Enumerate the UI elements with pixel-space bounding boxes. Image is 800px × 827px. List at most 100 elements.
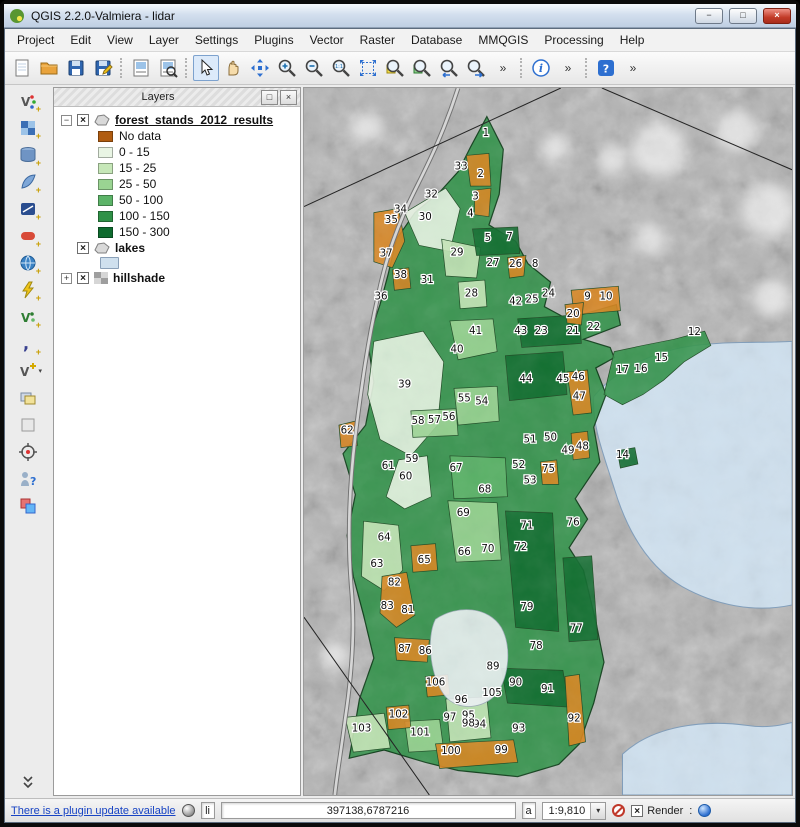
- whats-this-button[interactable]: [14, 466, 42, 491]
- toolbar-overflow-button[interactable]: »: [555, 55, 581, 81]
- coordinate-display[interactable]: 397138,6787216: [221, 802, 516, 819]
- left-toolbar-overflow-button[interactable]: [14, 770, 42, 795]
- chevron-down-icon[interactable]: ▾: [590, 803, 605, 819]
- plugin-icon[interactable]: [182, 804, 195, 817]
- render-checkbox[interactable]: × Render: [631, 805, 683, 817]
- layer-row-lakes[interactable]: × lakes: [56, 240, 298, 256]
- stand-label: 8: [532, 258, 539, 270]
- zoom-out-button[interactable]: [301, 55, 327, 81]
- scale-value: 1:9,810: [549, 805, 586, 817]
- chevron-down-icon: ▾: [38, 367, 42, 375]
- zoom-to-selection-button[interactable]: [382, 55, 408, 81]
- help-contents-button[interactable]: [593, 55, 619, 81]
- add-wfs-layer-button[interactable]: [14, 304, 42, 329]
- layer-checkbox[interactable]: ×: [77, 272, 89, 284]
- pan-map-button[interactable]: [220, 55, 246, 81]
- composer-manager-button[interactable]: [155, 55, 181, 81]
- scale-combobox[interactable]: 1:9,810 ▾: [542, 802, 607, 820]
- open-project-button[interactable]: [36, 55, 62, 81]
- add-wms-layer-button[interactable]: [14, 250, 42, 275]
- topology-icon: [18, 496, 38, 516]
- zoom-to-layer-button[interactable]: [409, 55, 435, 81]
- layers-panel-title: Layers: [57, 91, 259, 103]
- touch-zoom-pan-button[interactable]: [247, 55, 273, 81]
- toolbar-grip[interactable]: [185, 58, 189, 78]
- menu-processing[interactable]: Processing: [536, 30, 611, 50]
- new-layer-button[interactable]: [14, 412, 42, 437]
- legend-item[interactable]: 150 - 300: [56, 224, 298, 240]
- maximize-button[interactable]: □: [729, 8, 757, 24]
- select-tool-button[interactable]: [193, 55, 219, 81]
- add-postgis-layer-button[interactable]: [14, 142, 42, 167]
- menu-raster[interactable]: Raster: [352, 30, 403, 50]
- panel-float-button[interactable]: □: [261, 90, 278, 105]
- legend-item[interactable]: 50 - 100: [56, 192, 298, 208]
- new-shapefile-layer-button[interactable]: ▾: [14, 358, 42, 383]
- zoom-next-button[interactable]: [463, 55, 489, 81]
- log-messages-button[interactable]: [698, 804, 711, 817]
- layer-checkbox[interactable]: ×: [77, 114, 89, 126]
- menu-layer[interactable]: Layer: [141, 30, 187, 50]
- add-vector-layer-button[interactable]: [14, 88, 42, 113]
- toolbar-grip[interactable]: [585, 58, 589, 78]
- add-wcs-layer-button[interactable]: [14, 277, 42, 302]
- menu-database[interactable]: Database: [403, 30, 470, 50]
- panel-close-button[interactable]: ×: [280, 90, 297, 105]
- legend-item[interactable]: 15 - 25: [56, 160, 298, 176]
- manage-layers-toolbar: ▾: [5, 85, 51, 798]
- add-layer-group-button[interactable]: [14, 385, 42, 410]
- new-print-composer-button[interactable]: [128, 55, 154, 81]
- identify-features-button[interactable]: [528, 55, 554, 81]
- zoom-1-1-icon: [331, 58, 351, 78]
- legend-item[interactable]: 0 - 15: [56, 144, 298, 160]
- overflow-chevron-icon: »: [565, 61, 572, 75]
- layer-checkbox[interactable]: ×: [77, 242, 89, 254]
- zoom-native-button[interactable]: [328, 55, 354, 81]
- menu-project[interactable]: Project: [9, 30, 62, 50]
- save-project-as-button[interactable]: [90, 55, 116, 81]
- toolbar-overflow-button[interactable]: »: [490, 55, 516, 81]
- legend-item[interactable]: 25 - 50: [56, 176, 298, 192]
- layers-panel: Layers □ × − × forest_stands_2012_result…: [53, 87, 301, 796]
- gps-information-button[interactable]: [14, 439, 42, 464]
- add-spatialite-layer-button[interactable]: [14, 169, 42, 194]
- legend-item[interactable]: No data: [56, 128, 298, 144]
- legend-item[interactable]: 100 - 150: [56, 208, 298, 224]
- zoom-in-button[interactable]: [274, 55, 300, 81]
- menu-help[interactable]: Help: [612, 30, 653, 50]
- zoom-last-button[interactable]: [436, 55, 462, 81]
- toolbar-grip[interactable]: [120, 58, 124, 78]
- legend-label: 15 - 25: [119, 161, 156, 175]
- stand-label: 47: [573, 391, 586, 403]
- menu-settings[interactable]: Settings: [187, 30, 246, 50]
- stand-label: 91: [541, 683, 554, 695]
- menu-vector[interactable]: Vector: [302, 30, 352, 50]
- toolbar-overflow-button[interactable]: »: [620, 55, 646, 81]
- new-project-button[interactable]: [9, 55, 35, 81]
- plugin-update-link[interactable]: There is a plugin update available: [11, 805, 176, 817]
- add-oracle-layer-button[interactable]: [14, 223, 42, 248]
- close-button[interactable]: ×: [763, 8, 791, 24]
- menu-view[interactable]: View: [99, 30, 141, 50]
- minimize-button[interactable]: −: [695, 8, 723, 24]
- stop-render-icon[interactable]: [612, 804, 625, 817]
- save-project-button[interactable]: [63, 55, 89, 81]
- expander-icon[interactable]: +: [61, 273, 72, 284]
- menu-plugins[interactable]: Plugins: [246, 30, 301, 50]
- topology-checker-button[interactable]: [14, 493, 42, 518]
- add-raster-layer-button[interactable]: [14, 115, 42, 140]
- add-delimited-text-layer-button[interactable]: [14, 331, 42, 356]
- layer-row-hillshade[interactable]: + × hillshade: [56, 270, 298, 286]
- checkbox-mark[interactable]: ×: [631, 805, 643, 817]
- title-bar[interactable]: QGIS 2.2.0-Valmiera - lidar − □ ×: [4, 4, 796, 28]
- map-canvas[interactable]: 1234578910121415161720212223242526272829…: [303, 87, 793, 796]
- layer-row-forest-stands[interactable]: − × forest_stands_2012_results: [56, 112, 298, 128]
- menu-edit[interactable]: Edit: [62, 30, 99, 50]
- toolbar-grip[interactable]: [520, 58, 524, 78]
- stand-label: 71: [520, 519, 533, 531]
- expander-icon[interactable]: −: [61, 115, 72, 126]
- add-mssql-layer-button[interactable]: [14, 196, 42, 221]
- zoom-full-extent-button[interactable]: [355, 55, 381, 81]
- layers-panel-header[interactable]: Layers □ ×: [54, 88, 300, 107]
- menu-mmqgis[interactable]: MMQGIS: [470, 30, 536, 50]
